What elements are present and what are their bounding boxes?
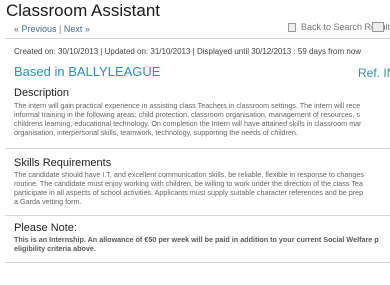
- skills-line: The candidate should have I.T. and excel…: [14, 170, 364, 179]
- print-icon[interactable]: [372, 22, 384, 32]
- note-line: This is an Internship. An allowance of €…: [14, 235, 379, 244]
- note-line: eligibility criteria above.: [14, 244, 96, 253]
- description-line: informal training in the following areas…: [14, 110, 360, 119]
- previous-link[interactable]: « Previous: [14, 24, 57, 34]
- posting-dates: Created on: 30/10/2013 | Updated on: 31/…: [14, 47, 362, 56]
- skills-line: participate in all aspects of school act…: [14, 188, 364, 197]
- divider: [5, 148, 390, 149]
- divider: [5, 38, 390, 39]
- description-line: organisation, interpersonal skills, team…: [14, 128, 298, 137]
- divider: [5, 215, 390, 216]
- skills-heading: Skills Requirements: [14, 157, 112, 169]
- next-link[interactable]: Next »: [64, 24, 90, 34]
- pager-nav: « Previous | Next »: [14, 24, 90, 34]
- divider: [5, 262, 390, 263]
- job-location: Based in BALLYLEAGUE: [14, 64, 161, 79]
- description-line: The intern will gain practical experienc…: [14, 101, 361, 110]
- description-heading: Description: [14, 87, 70, 99]
- job-reference: Ref. IN: [358, 66, 390, 80]
- back-arrow-icon: [288, 23, 296, 33]
- note-heading: Please Note:: [14, 222, 77, 234]
- description-line: childrens learning, educational technolo…: [14, 119, 362, 128]
- page-title: Classroom Assistant: [6, 1, 160, 20]
- skills-line: routine. The candidate must enjoy workin…: [14, 179, 363, 188]
- pager-separator: |: [59, 24, 62, 34]
- skills-line: a Garda vetting form.: [14, 197, 82, 206]
